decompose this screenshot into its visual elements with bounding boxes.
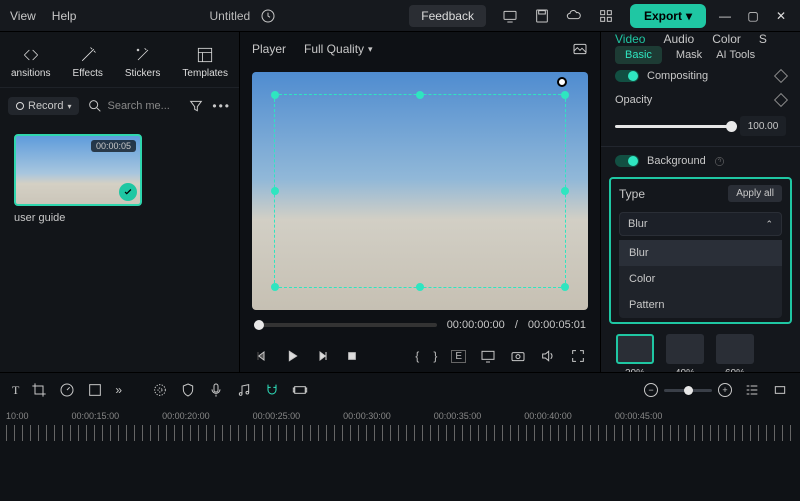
camera-icon[interactable] <box>510 348 526 364</box>
compositing-toggle[interactable] <box>615 70 639 82</box>
search-input[interactable]: Search me... <box>87 98 180 114</box>
mic-icon[interactable] <box>208 382 224 398</box>
tab-video[interactable]: Video <box>615 32 645 46</box>
tab-effects[interactable]: Effects <box>72 45 102 79</box>
dropdown-list: Blur Color Pattern <box>619 240 782 318</box>
export-button[interactable]: Export▾ <box>630 4 706 28</box>
timeline-ruler[interactable]: 10:0000:00:15:0000:00:20:0000:00:25:0000… <box>0 407 800 447</box>
preview-viewport[interactable] <box>252 72 588 310</box>
type-dropdown[interactable]: Blur⌃ <box>619 212 782 236</box>
fit-icon[interactable] <box>772 382 788 398</box>
text-tool-icon[interactable]: T <box>12 383 19 398</box>
keyframe-icon[interactable] <box>774 69 788 83</box>
type-label: Type <box>619 187 645 201</box>
subtab-basic[interactable]: Basic <box>615 46 662 64</box>
fullscreen-icon[interactable] <box>570 348 586 364</box>
subtab-ai[interactable]: AI Tools <box>716 49 755 61</box>
cloud-icon[interactable] <box>566 8 582 24</box>
crop-tool-icon[interactable] <box>31 382 47 398</box>
snapshot-icon[interactable] <box>572 41 588 57</box>
bracket-close-icon[interactable]: } <box>433 349 437 363</box>
tab-templates[interactable]: Templates <box>182 45 228 79</box>
rotate-handle[interactable] <box>557 77 567 87</box>
option-pattern[interactable]: Pattern <box>619 292 782 318</box>
play-icon[interactable] <box>284 348 300 364</box>
record-button[interactable]: Record▾ <box>8 97 79 115</box>
filter-icon[interactable] <box>188 98 204 114</box>
background-section: Type Apply all Blur⌃ Blur Color Pattern <box>609 177 792 324</box>
stop-icon[interactable] <box>344 348 360 364</box>
opacity-slider[interactable] <box>615 125 732 128</box>
tab-more[interactable]: S <box>759 32 767 46</box>
device-icon[interactable] <box>502 8 518 24</box>
magnet-icon[interactable] <box>264 382 280 398</box>
player-label: Player <box>252 42 286 56</box>
menu-view[interactable]: View <box>10 9 36 23</box>
prev-frame-icon[interactable] <box>254 348 270 364</box>
blur-40[interactable]: 40% <box>665 334 705 372</box>
display-icon[interactable] <box>480 348 496 364</box>
tab-transitions[interactable]: ansitions <box>11 45 50 79</box>
background-label: Background <box>647 155 706 167</box>
check-icon <box>119 183 137 201</box>
opacity-label: Opacity <box>615 94 652 106</box>
tab-stickers[interactable]: Stickers <box>125 45 161 79</box>
save-icon[interactable] <box>534 8 550 24</box>
menubar: View Help Untitled Feedback Export▾ — ▢ … <box>0 0 800 32</box>
selection-box[interactable] <box>274 94 566 288</box>
tracks-icon[interactable] <box>744 382 760 398</box>
scrub-bar[interactable] <box>254 323 437 327</box>
color-tool-icon[interactable] <box>87 382 103 398</box>
option-color[interactable]: Color <box>619 266 782 292</box>
music-icon[interactable] <box>236 382 252 398</box>
group-icon[interactable] <box>292 382 308 398</box>
zoom-in-icon[interactable]: + <box>718 383 732 397</box>
menu-help[interactable]: Help <box>52 9 77 23</box>
marker-icon[interactable] <box>152 382 168 398</box>
next-frame-icon[interactable] <box>314 348 330 364</box>
keyframe-icon[interactable] <box>774 93 788 107</box>
time-total: 00:00:05:01 <box>528 319 586 331</box>
grid-icon[interactable] <box>598 8 614 24</box>
text-edit-icon[interactable]: E <box>451 350 466 363</box>
minimize-icon[interactable]: — <box>716 7 734 25</box>
feedback-button[interactable]: Feedback <box>409 5 486 27</box>
compositing-label: Compositing <box>647 70 708 82</box>
bracket-open-icon[interactable]: { <box>415 349 419 363</box>
media-clip[interactable]: 00:00:05 user guide <box>14 134 142 224</box>
blur-60[interactable]: 60% <box>715 334 755 372</box>
volume-icon[interactable] <box>540 348 556 364</box>
shield-icon[interactable] <box>180 382 196 398</box>
time-current: 00:00:00:00 <box>447 319 505 331</box>
opacity-value[interactable]: 100.00 <box>740 116 786 136</box>
option-blur[interactable]: Blur <box>619 240 782 266</box>
help-icon[interactable] <box>714 156 725 167</box>
clip-name: user guide <box>14 212 142 224</box>
background-toggle[interactable] <box>615 155 639 167</box>
subtab-mask[interactable]: Mask <box>676 49 702 61</box>
history-icon[interactable] <box>260 8 276 24</box>
tab-audio[interactable]: Audio <box>663 32 694 46</box>
more-tools-icon[interactable]: » <box>115 383 122 397</box>
tab-color[interactable]: Color <box>712 32 741 46</box>
search-icon <box>87 98 103 114</box>
quality-select[interactable]: Full Quality▾ <box>304 42 373 56</box>
project-title: Untitled <box>210 9 251 23</box>
speed-tool-icon[interactable] <box>59 382 75 398</box>
more-icon[interactable]: ••• <box>212 99 231 113</box>
apply-all-button[interactable]: Apply all <box>728 185 782 202</box>
blur-20[interactable]: 20% <box>615 334 655 372</box>
zoom-out-icon[interactable]: − <box>644 383 658 397</box>
close-icon[interactable]: ✕ <box>772 7 790 25</box>
maximize-icon[interactable]: ▢ <box>744 7 762 25</box>
clip-duration: 00:00:05 <box>91 140 136 152</box>
zoom-slider[interactable] <box>664 389 712 392</box>
